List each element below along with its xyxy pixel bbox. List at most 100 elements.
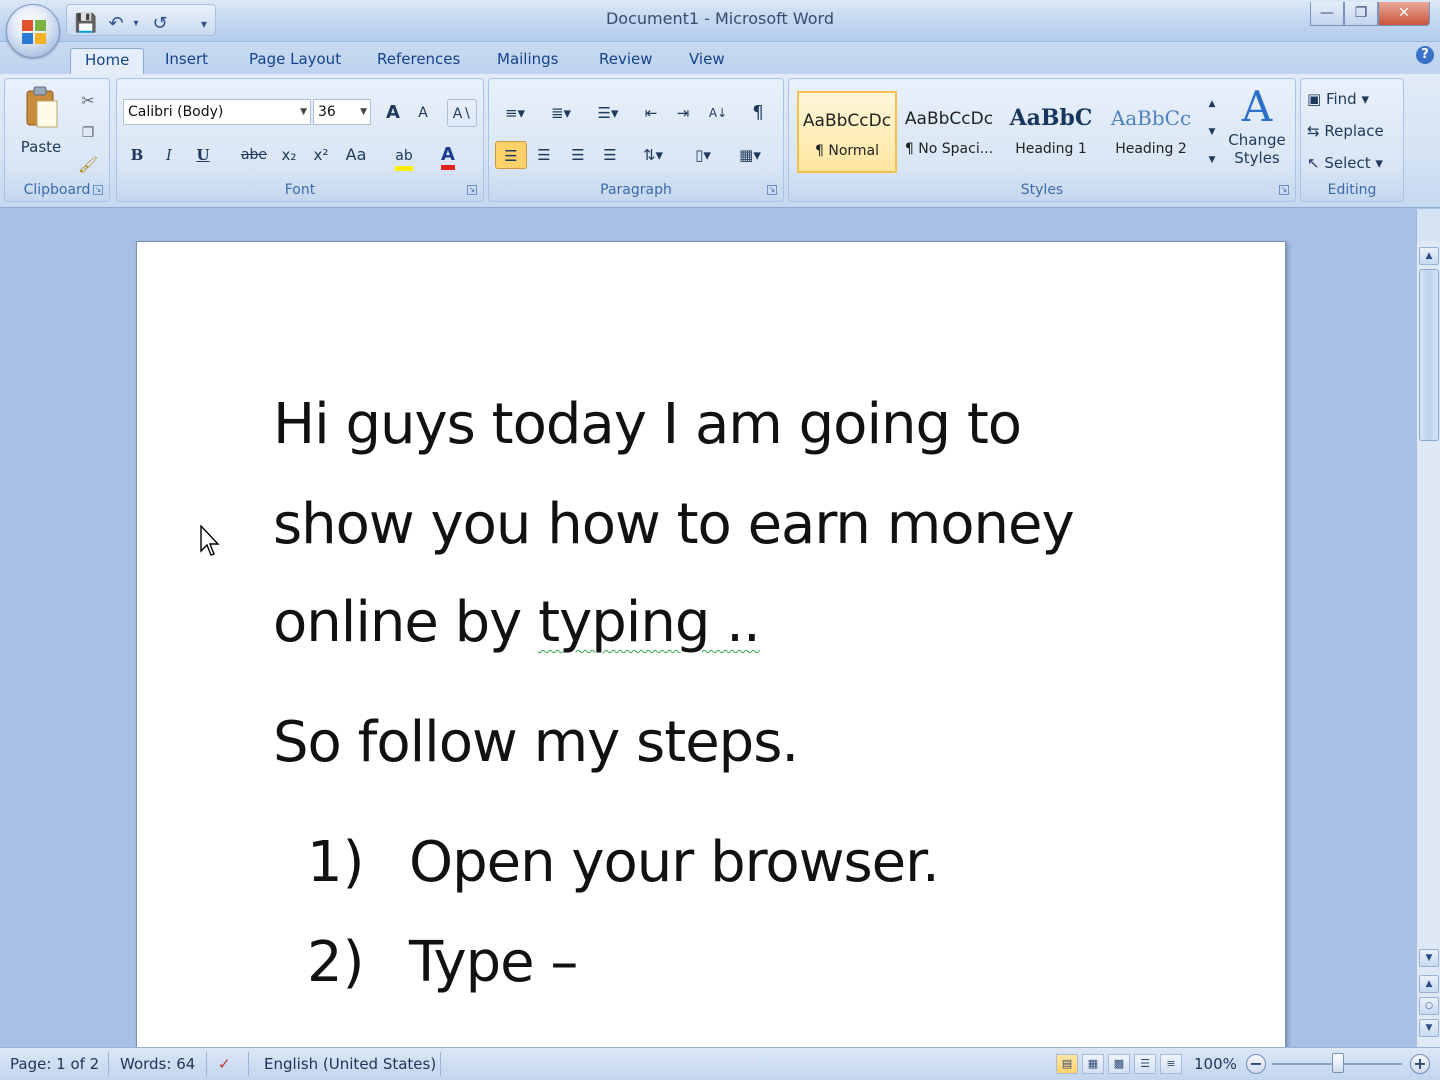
minimize-button[interactable]: — — [1310, 2, 1344, 26]
web-layout-view-icon[interactable]: ▩ — [1108, 1054, 1130, 1074]
proofing-icon[interactable]: ✓ — [218, 1055, 231, 1073]
copy-icon[interactable]: ❐ — [75, 119, 101, 143]
document-line-1[interactable]: Hi guys today I am going to — [273, 392, 1022, 457]
ribbon-tabs: Home Insert Page Layout References Maili… — [0, 42, 1440, 74]
paragraph-launcher-icon[interactable]: ↘ — [767, 185, 777, 195]
cut-icon[interactable]: ✂ — [75, 87, 101, 111]
numbering-icon[interactable]: ≣▾ — [541, 99, 581, 127]
change-styles-button[interactable]: A Change Styles — [1225, 83, 1289, 183]
format-painter-icon[interactable]: 🖌 — [75, 151, 101, 175]
tab-page-layout[interactable]: Page Layout — [249, 48, 341, 74]
align-right-icon[interactable]: ☰ — [563, 141, 593, 169]
page-count[interactable]: Page: 1 of 2 — [10, 1055, 99, 1073]
align-center-icon[interactable]: ☰ — [529, 141, 559, 169]
borders-icon[interactable]: ▦▾ — [729, 141, 771, 169]
styles-scroll-down-icon[interactable]: ▼ — [1203, 119, 1221, 145]
word-count[interactable]: Words: 64 — [120, 1055, 195, 1073]
scroll-up-icon[interactable]: ▲ — [1419, 247, 1439, 265]
clear-formatting-icon[interactable]: A∖ — [447, 99, 477, 127]
increase-indent-icon[interactable]: ⇥ — [669, 99, 697, 127]
styles-launcher-icon[interactable]: ↘ — [1279, 185, 1289, 195]
full-screen-reading-view-icon[interactable]: ▦ — [1082, 1054, 1104, 1074]
styles-more-icon[interactable]: ▼ — [1203, 147, 1221, 173]
justify-icon[interactable]: ☰ — [595, 141, 625, 169]
document-line-2[interactable]: show you how to earn money — [273, 492, 1075, 557]
style-name: Heading 2 — [1115, 141, 1187, 157]
help-icon[interactable]: ? — [1416, 46, 1434, 64]
scroll-down-icon[interactable]: ▼ — [1419, 949, 1439, 967]
print-layout-view-icon[interactable]: ▤ — [1056, 1054, 1078, 1074]
highlight-color-icon[interactable]: ab — [387, 141, 421, 171]
italic-button[interactable]: I — [155, 141, 183, 169]
office-button[interactable] — [6, 4, 60, 58]
document-line-3[interactable]: online by typing .. — [273, 590, 761, 655]
zoom-level[interactable]: 100% — [1194, 1055, 1237, 1073]
previous-page-icon[interactable]: ▲ — [1419, 975, 1439, 993]
restore-button[interactable]: ❐ — [1344, 2, 1378, 26]
font-group-label: Font — [284, 182, 316, 198]
strikethrough-button[interactable]: abe — [237, 141, 271, 169]
office-logo-icon — [22, 20, 46, 44]
view-ruler-icon[interactable] — [1416, 209, 1440, 241]
clipboard-launcher-icon[interactable]: ↘ — [93, 185, 103, 195]
scroll-thumb[interactable] — [1419, 269, 1439, 441]
find-button[interactable]: ▣ Find ▾ — [1307, 85, 1399, 113]
tab-mailings[interactable]: Mailings — [497, 48, 558, 74]
styles-scroll-up-icon[interactable]: ▲ — [1203, 91, 1221, 117]
select-browse-object-icon[interactable]: ○ — [1419, 997, 1439, 1015]
underline-button[interactable]: U — [189, 141, 217, 169]
tab-review[interactable]: Review — [599, 48, 653, 74]
bold-button[interactable]: B — [123, 141, 151, 169]
zoom-slider-thumb[interactable] — [1332, 1053, 1344, 1073]
align-left-icon[interactable]: ☰ — [495, 141, 527, 169]
tab-view[interactable]: View — [689, 48, 725, 74]
bullets-icon[interactable]: ≡▾ — [495, 99, 535, 127]
font-launcher-icon[interactable]: ↘ — [467, 185, 477, 195]
language-status[interactable]: English (United States) — [264, 1055, 436, 1073]
shrink-font-button[interactable]: A — [409, 99, 437, 127]
font-size-field[interactable]: 36 ▼ — [313, 99, 371, 125]
outline-view-icon[interactable]: ☰ — [1134, 1054, 1156, 1074]
tab-insert[interactable]: Insert — [165, 48, 208, 74]
line-spacing-icon[interactable]: ⇅▾ — [633, 141, 673, 169]
close-button[interactable]: ✕ — [1378, 2, 1430, 26]
subscript-button[interactable]: x₂ — [275, 141, 303, 169]
superscript-button[interactable]: x² — [307, 141, 335, 169]
shading-icon[interactable]: ▯▾ — [681, 141, 725, 169]
zoom-in-icon[interactable]: + — [1410, 1054, 1430, 1074]
misspelled-word[interactable]: typing .. — [538, 590, 761, 655]
font-group: Calibri (Body) ▼ 36 ▼ A A A∖ B I U abe x… — [116, 78, 484, 202]
vertical-scrollbar[interactable]: ▲ ▼ ▲ ○ ▼ — [1416, 241, 1440, 1047]
list-item-text[interactable]: Open your browser. — [409, 830, 940, 895]
font-name-field[interactable]: Calibri (Body) ▼ — [123, 99, 311, 125]
style-name: Heading 1 — [1015, 141, 1087, 157]
tab-references[interactable]: References — [377, 48, 460, 74]
paragraph-group: ≡▾ ≣▾ ☰▾ ⇤ ⇥ A↓ ¶ ☰ ☰ ☰ ☰ ⇅▾ ▯▾ ▦▾ Parag… — [488, 78, 784, 202]
document-line-4[interactable]: So follow my steps. — [273, 710, 799, 775]
style-heading-1[interactable]: AaBbC Heading 1 — [1001, 91, 1101, 173]
tab-home[interactable]: Home — [70, 48, 145, 74]
sort-icon[interactable]: A↓ — [703, 99, 733, 127]
zoom-out-icon[interactable]: − — [1246, 1054, 1266, 1074]
select-button[interactable]: ↖ Select ▾ — [1307, 149, 1399, 177]
mouse-pointer-icon — [200, 525, 220, 556]
draft-view-icon[interactable]: ≡ — [1160, 1054, 1182, 1074]
show-marks-icon[interactable]: ¶ — [743, 99, 773, 127]
multilevel-list-icon[interactable]: ☰▾ — [587, 99, 629, 127]
list-item-text[interactable]: Type – — [409, 930, 578, 995]
paste-button[interactable]: Paste — [13, 83, 69, 167]
font-color-icon[interactable]: A — [431, 141, 465, 170]
replace-button[interactable]: ⇆ Replace — [1307, 117, 1399, 145]
style-name: ¶ No Spaci... — [904, 141, 994, 157]
next-page-icon[interactable]: ▼ — [1419, 1019, 1439, 1037]
replace-label: Replace — [1324, 122, 1384, 140]
select-label: Select — [1324, 154, 1371, 172]
style-normal[interactable]: AaBbCcDc ¶ Normal — [797, 91, 897, 173]
decrease-indent-icon[interactable]: ⇤ — [637, 99, 665, 127]
style-sample: AaBbC — [1009, 105, 1093, 131]
change-case-button[interactable]: Aa — [339, 141, 373, 169]
grow-font-button[interactable]: A — [379, 99, 407, 127]
style-no-spacing[interactable]: AaBbCcDc ¶ No Spaci... — [899, 91, 999, 173]
style-heading-2[interactable]: AaBbCc Heading 2 — [1101, 91, 1201, 173]
document-page[interactable]: Hi guys today I am going to show you how… — [136, 241, 1286, 1047]
